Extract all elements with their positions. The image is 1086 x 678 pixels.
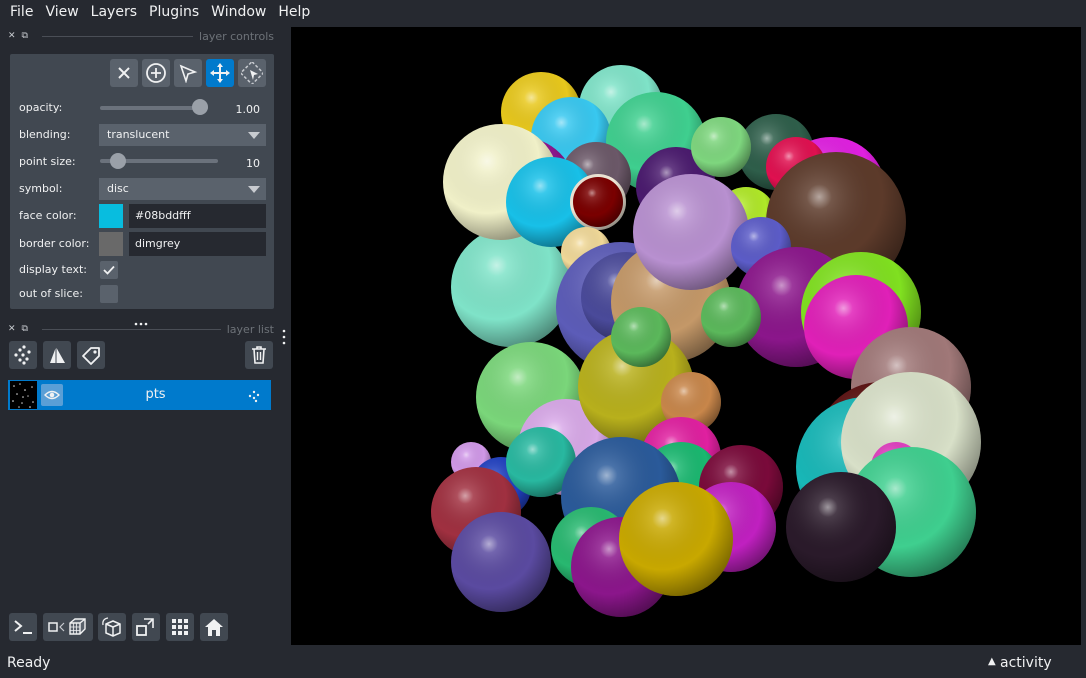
layer-list-item-pts[interactable]: pts bbox=[8, 380, 271, 410]
toggle-ndisplay-icon bbox=[48, 618, 86, 635]
opacity-label: opacity: bbox=[19, 101, 63, 114]
new-shapes-icon bbox=[50, 347, 65, 363]
status-bar: Ready ▲ activity bbox=[0, 650, 1086, 678]
transpose-dims-button[interactable] bbox=[132, 613, 160, 641]
new-points-icon bbox=[14, 345, 31, 365]
display-text-label: display text: bbox=[19, 263, 87, 276]
caret-up-icon[interactable]: ▲ bbox=[988, 656, 996, 667]
add-point-icon bbox=[146, 63, 166, 83]
point-sphere-shading bbox=[701, 287, 761, 347]
console-icon bbox=[14, 620, 32, 634]
pan-zoom-button[interactable] bbox=[206, 59, 234, 87]
symbol-select[interactable]: disc bbox=[99, 178, 266, 200]
out-of-slice-label: out of slice: bbox=[19, 287, 83, 300]
new-labels-icon bbox=[82, 347, 100, 365]
activity-button[interactable]: activity bbox=[1000, 655, 1052, 671]
point-sphere-shading bbox=[451, 512, 551, 612]
title-divider bbox=[42, 328, 221, 330]
face-color-label: face color: bbox=[19, 209, 77, 222]
viewer-canvas[interactable] bbox=[291, 27, 1081, 645]
lasso-select-icon bbox=[241, 62, 263, 84]
console-button[interactable] bbox=[9, 613, 37, 641]
layer-name[interactable]: pts bbox=[68, 380, 243, 410]
blending-value: translucent bbox=[107, 128, 170, 141]
select-points-button[interactable] bbox=[174, 59, 202, 87]
layer-list-titlebar: ✕ ⧉ layer list bbox=[8, 321, 274, 337]
menu-layers[interactable]: Layers bbox=[85, 0, 143, 24]
layer-thumbnail bbox=[10, 381, 37, 409]
menu-plugins[interactable]: Plugins bbox=[143, 0, 205, 24]
points-type-icon bbox=[247, 388, 261, 407]
blending-select[interactable]: translucent bbox=[99, 124, 266, 146]
chevron-down-icon bbox=[248, 132, 260, 139]
new-labels-layer-button[interactable] bbox=[77, 341, 105, 369]
points-thumbnail-icon bbox=[12, 383, 34, 408]
add-points-button[interactable] bbox=[142, 59, 170, 87]
point-size-label: point size: bbox=[19, 155, 76, 168]
new-shapes-layer-button[interactable] bbox=[43, 341, 71, 369]
chevron-down-icon bbox=[248, 186, 260, 193]
title-divider bbox=[42, 35, 194, 37]
transform-button[interactable] bbox=[238, 59, 266, 87]
grid-icon bbox=[172, 619, 188, 635]
layer-list-title: layer list bbox=[226, 322, 274, 336]
point-size-value: 10 bbox=[246, 157, 260, 170]
home-button[interactable] bbox=[200, 613, 228, 641]
delete-layer-button[interactable] bbox=[245, 341, 273, 369]
float-dock-icon[interactable]: ⧉ bbox=[22, 324, 28, 334]
border-color-label: border color: bbox=[19, 237, 90, 250]
point-sphere-shading bbox=[786, 472, 896, 582]
border-color-swatch[interactable] bbox=[99, 232, 123, 256]
layer-controls-panel: opacity: 1.00 blending: translucent poin… bbox=[10, 54, 274, 309]
symbol-value: disc bbox=[107, 182, 129, 195]
grid-view-button[interactable] bbox=[166, 613, 194, 641]
border-color-input[interactable]: dimgrey bbox=[129, 232, 266, 256]
new-points-layer-button[interactable] bbox=[9, 341, 37, 369]
display-text-checkbox[interactable] bbox=[100, 261, 118, 279]
menu-bar: File View Layers Plugins Window Help bbox=[0, 0, 1086, 24]
point-sphere-shading bbox=[611, 307, 671, 367]
home-icon bbox=[205, 619, 223, 636]
face-color-input[interactable]: #08bddfff bbox=[129, 204, 266, 228]
out-of-slice-checkbox[interactable] bbox=[100, 285, 118, 303]
roll-dims-icon bbox=[102, 617, 121, 637]
menu-file[interactable]: File bbox=[4, 0, 39, 24]
dock-splitter-handle[interactable] bbox=[133, 312, 149, 326]
point-sphere-shading bbox=[619, 482, 733, 596]
float-dock-icon[interactable]: ⧉ bbox=[22, 31, 28, 41]
point-sphere-shading bbox=[691, 117, 751, 177]
point-sphere-shading bbox=[573, 177, 623, 227]
toggle-ndisplay-button[interactable] bbox=[43, 613, 93, 641]
opacity-value: 1.00 bbox=[235, 103, 261, 116]
dock-resize-handle[interactable] bbox=[281, 328, 287, 346]
blending-label: blending: bbox=[19, 128, 71, 141]
delete-selected-points-button[interactable] bbox=[110, 59, 138, 87]
opacity-slider-handle[interactable] bbox=[192, 99, 208, 115]
face-color-swatch[interactable] bbox=[99, 204, 123, 228]
layer-controls-title: layer controls bbox=[199, 29, 274, 43]
menu-help[interactable]: Help bbox=[272, 0, 316, 24]
pan-zoom-icon bbox=[210, 63, 230, 83]
delete-layer-icon bbox=[252, 346, 266, 364]
select-arrow-icon bbox=[179, 64, 198, 83]
eye-icon bbox=[44, 390, 60, 400]
menu-view[interactable]: View bbox=[39, 0, 84, 24]
status-text: Ready bbox=[7, 655, 51, 671]
symbol-label: symbol: bbox=[19, 182, 63, 195]
point-size-slider-handle[interactable] bbox=[110, 153, 126, 169]
checkmark-icon bbox=[103, 265, 115, 275]
point-sphere-shading bbox=[633, 174, 749, 290]
sphere-group bbox=[431, 65, 981, 617]
layer-controls-titlebar: ✕ ⧉ layer controls bbox=[8, 28, 274, 44]
roll-dims-button[interactable] bbox=[98, 613, 126, 641]
menu-window[interactable]: Window bbox=[205, 0, 272, 24]
delete-icon bbox=[118, 67, 130, 79]
layer-visibility-toggle[interactable] bbox=[41, 384, 63, 406]
vertical-dots-icon bbox=[282, 329, 286, 345]
close-dock-icon[interactable]: ✕ bbox=[8, 31, 16, 41]
close-dock-icon[interactable]: ✕ bbox=[8, 324, 16, 334]
transpose-icon bbox=[136, 618, 154, 636]
points-3d-render bbox=[431, 65, 981, 617]
